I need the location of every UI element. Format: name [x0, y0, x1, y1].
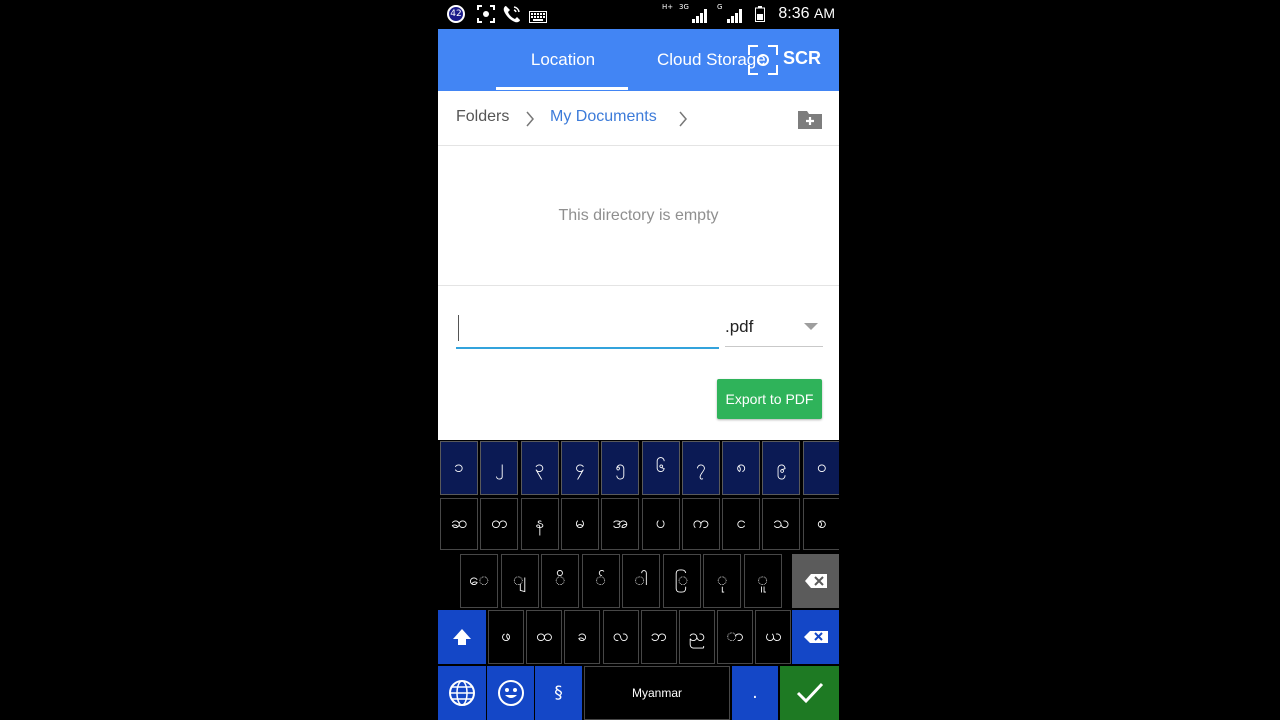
breadcrumb-folders[interactable]: Folders: [456, 108, 509, 126]
key-letter[interactable]: သ: [762, 498, 801, 550]
key-digit-3[interactable]: ၃: [520, 441, 559, 495]
chevron-right-icon: [678, 111, 688, 131]
extension-value: .pdf: [725, 317, 754, 336]
key-letter[interactable]: န: [520, 498, 559, 550]
backspace-icon: [804, 574, 827, 588]
screen-recorder-icon[interactable]: [748, 45, 778, 75]
key-letter[interactable]: ထ: [526, 610, 563, 664]
breadcrumb: Folders My Documents: [438, 91, 839, 146]
key-digit-5[interactable]: ၅: [601, 441, 640, 495]
key-digit-8[interactable]: ၈: [722, 441, 761, 495]
key-letter[interactable]: အ: [601, 498, 640, 550]
signal-icon-1: H+ 3G: [662, 3, 712, 23]
key-digit-4[interactable]: ၄: [560, 441, 599, 495]
section-symbol-key[interactable]: §: [535, 666, 582, 720]
done-key[interactable]: [780, 666, 839, 720]
key-letter[interactable]: ပ: [641, 498, 680, 550]
key-digit-10[interactable]: ၀: [802, 441, 839, 495]
keyboard-icon: [529, 8, 547, 27]
filename-input[interactable]: [456, 307, 719, 349]
key-letter[interactable]: ဘ: [640, 610, 677, 664]
shift-icon: [453, 629, 471, 645]
file-list-area: This directory is empty: [438, 146, 839, 286]
empty-directory-message: This directory is empty: [558, 207, 719, 224]
clock: 8:36 AM: [778, 5, 835, 23]
tab-location[interactable]: Location: [498, 29, 628, 91]
network-type-label-2: 3G: [679, 3, 689, 11]
extension-select[interactable]: .pdf: [725, 313, 823, 347]
key-digit-9[interactable]: ၉: [762, 441, 801, 495]
key-digit-2[interactable]: ၂: [480, 441, 519, 495]
key-vowel-sign[interactable]: ျ: [500, 554, 539, 608]
network-type-label: H+: [662, 3, 674, 11]
shift-key[interactable]: [438, 610, 486, 664]
key-digit-1[interactable]: ၁: [440, 441, 478, 495]
checkmark-icon: [796, 682, 823, 704]
backspace-icon: [803, 631, 828, 643]
notification-count-icon: 42: [447, 5, 465, 23]
key-vowel-sign[interactable]: ိ: [541, 554, 579, 608]
clock-ampm: AM: [814, 5, 835, 21]
delete-key[interactable]: [792, 610, 839, 664]
backspace-key[interactable]: [792, 554, 839, 608]
tab-selected-indicator: [496, 87, 628, 90]
network-type-label-3: G: [717, 3, 723, 11]
key-letter[interactable]: ည: [679, 610, 715, 664]
space-key[interactable]: Myanmar: [584, 666, 730, 720]
key-vowel-sign[interactable]: ု: [703, 554, 741, 608]
status-bar: 42 H+ 3G G 8:36 AM: [438, 0, 839, 29]
key-letter[interactable]: က: [681, 498, 720, 550]
signal-icon-2: G: [717, 3, 747, 23]
key-letter[interactable]: ခ: [564, 610, 601, 664]
dropdown-arrow-icon: [804, 323, 818, 330]
key-letter[interactable]: စ: [802, 498, 839, 550]
soft-keyboard: § Myanmar . ၁၂၃၄၅၆၇၈၉၀ဆတနမအပကငသစေျိ်ါြုူ…: [438, 440, 839, 720]
key-letter[interactable]: ဆ: [440, 498, 478, 550]
key-letter[interactable]: ဖ: [488, 610, 524, 664]
globe-icon: [449, 680, 475, 706]
key-vowel-sign[interactable]: ်: [581, 554, 620, 608]
new-folder-icon[interactable]: [797, 108, 823, 130]
key-digit-7[interactable]: ၇: [681, 441, 720, 495]
tab-bar: Location Cloud Storage SCR: [438, 29, 839, 91]
key-vowel-sign[interactable]: ေ: [460, 554, 498, 608]
export-to-pdf-button[interactable]: Export to PDF: [717, 379, 822, 419]
key-vowel-sign[interactable]: ြ: [662, 554, 701, 608]
battery-icon: [755, 6, 765, 26]
breadcrumb-my-documents[interactable]: My Documents: [550, 108, 657, 126]
clock-time: 8:36: [778, 5, 810, 22]
key-letter[interactable]: မ: [560, 498, 599, 550]
key-letter[interactable]: ာ: [717, 610, 754, 664]
phone-call-icon: [502, 5, 522, 27]
key-letter[interactable]: တ: [480, 498, 519, 550]
smiley-icon: [497, 680, 524, 706]
chevron-right-icon: [525, 111, 535, 131]
key-vowel-sign[interactable]: ူ: [743, 554, 782, 608]
text-cursor: [458, 315, 459, 341]
key-letter[interactable]: လ: [602, 610, 639, 664]
emoji-key[interactable]: [487, 666, 534, 720]
key-letter[interactable]: င: [722, 498, 761, 550]
screenshot-icon: [477, 5, 495, 27]
key-digit-6[interactable]: ၆: [641, 441, 680, 495]
period-key[interactable]: .: [732, 666, 778, 720]
key-vowel-sign[interactable]: ါ: [622, 554, 660, 608]
language-globe-key[interactable]: [438, 666, 486, 720]
phone-screen: 42 H+ 3G G 8:36 AM Location Cloud Storag…: [438, 0, 839, 720]
screen-recorder-label: SCR: [783, 48, 822, 68]
key-letter[interactable]: ယ: [755, 610, 792, 664]
